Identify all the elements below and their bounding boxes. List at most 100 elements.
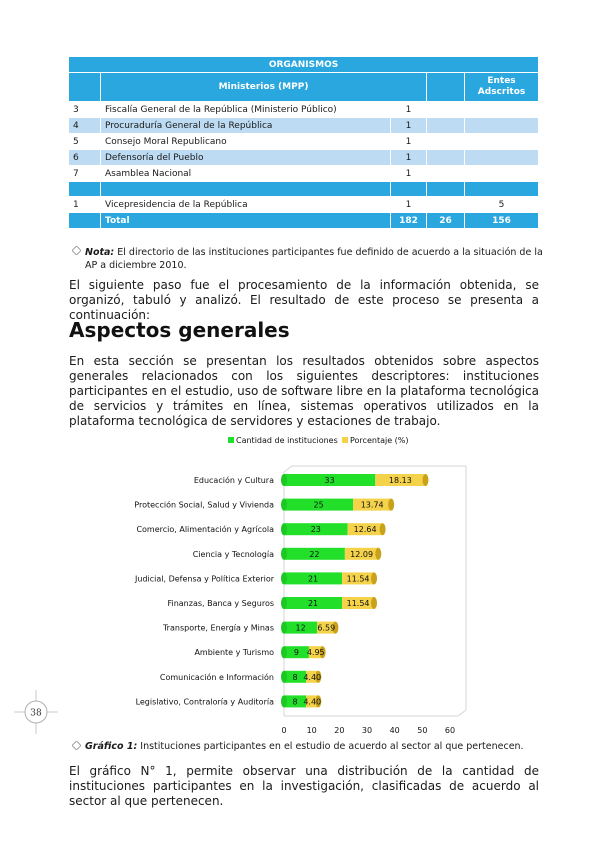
bar-cap-left <box>281 498 287 511</box>
category-label: Ambiente y Turismo <box>194 648 274 657</box>
value-label-porcentaje: 4.95 <box>307 648 325 657</box>
bar-cap-right <box>375 547 382 560</box>
row-name: Asamblea Nacional <box>100 165 391 182</box>
value-label-porcentaje: 4.40 <box>303 673 321 682</box>
row-entes-count <box>463 165 540 182</box>
note-label: Nota: <box>85 247 115 258</box>
row-empty <box>426 133 465 150</box>
x-tick-label: 20 <box>334 726 344 735</box>
total-value: 26 <box>426 212 465 229</box>
page-number-ornament: 38 <box>14 690 58 734</box>
category-label: Legislativo, Contraloría y Auditoría <box>136 697 275 706</box>
value-label-cantidad: 33 <box>325 476 335 485</box>
table-row: 7 Asamblea Nacional 1 <box>68 165 540 182</box>
total-value: 182 <box>390 212 427 229</box>
institutions-chart: Cantidad de instituciones Porcentaje (%) … <box>134 436 467 735</box>
table-row: 4 Procuraduría General de la República 1 <box>68 117 540 134</box>
value-label-porcentaje: 11.54 <box>347 599 370 608</box>
legend-label: Porcentaje (%) <box>350 436 409 445</box>
value-label-cantidad: 23 <box>311 525 321 534</box>
table-header-organismos: ORGANISMOS <box>67 56 540 73</box>
value-label-cantidad: 8 <box>293 673 298 682</box>
category-label: Protección Social, Salud y Vivienda <box>134 500 274 510</box>
row-name: Consejo Moral Republicano <box>100 133 391 150</box>
category-label: Finanzas, Banca y Seguros <box>167 599 274 608</box>
row-empty <box>426 196 465 213</box>
row-number: 3 <box>68 101 101 118</box>
value-label-porcentaje: 13.74 <box>361 501 384 510</box>
category-labels: Educación y Cultura Protección Social, Sa… <box>134 475 275 706</box>
bar-cap-right <box>371 597 378 609</box>
legend-swatch <box>228 437 234 443</box>
row-entes-count <box>463 133 540 150</box>
table-header-entes: Entes Adscritos <box>463 72 540 102</box>
page-number: 38 <box>30 709 42 719</box>
organisms-table: ORGANISMOS Ministerios (MPP) Entes Adscr… <box>67 56 540 229</box>
value-label-porcentaje: 12.09 <box>350 550 373 559</box>
row-number: 1 <box>68 196 101 213</box>
value-label-porcentaje: 12.64 <box>354 525 377 534</box>
row-number: 6 <box>68 149 101 166</box>
table-spacer-row <box>68 181 540 197</box>
bar-cap-left <box>281 547 287 560</box>
bar-cap-right <box>388 498 395 511</box>
row-empty <box>426 101 465 118</box>
row-empty <box>426 165 465 182</box>
paragraph-processing: El siguiente paso fue el procesamiento d… <box>69 278 539 322</box>
row-number: 7 <box>68 165 101 182</box>
x-tick-label: 40 <box>390 726 400 735</box>
bar-cap-left <box>281 597 287 609</box>
table-header-ministerios: Ministerios (MPP) <box>100 72 427 102</box>
section-heading: Aspectos generales <box>69 318 290 342</box>
table-header-row: ORGANISMOS <box>67 56 540 73</box>
row-empty <box>426 117 465 134</box>
note-text: El directorio de las instituciones parti… <box>85 247 543 271</box>
value-label-porcentaje: 4.40 <box>303 697 321 706</box>
paragraph-aspectos: En esta sección se presentan los resulta… <box>69 354 539 428</box>
bar-cap-left <box>281 646 287 659</box>
category-label: Judicial, Defensa y Política Exterior <box>134 574 275 583</box>
bar-cap-left <box>281 572 287 585</box>
row-ministerios-count: 1 <box>390 149 427 166</box>
table-total-row: Total 182 26 156 <box>68 212 540 229</box>
category-label: Comercio, Alimentación y Agrícola <box>136 524 274 534</box>
row-name: Fiscalía General de la República (Minist… <box>100 101 391 118</box>
value-label-porcentaje: 11.54 <box>347 574 370 583</box>
bar-cap-left <box>281 670 287 683</box>
value-label-cantidad: 8 <box>293 697 298 706</box>
total-value: 156 <box>463 212 540 229</box>
row-ministerios-count: 1 <box>390 101 427 118</box>
row-name: Procuraduría General de la República <box>100 117 391 134</box>
row-name: Vicepresidencia de la República <box>100 196 391 213</box>
bar-cap-left <box>281 695 287 708</box>
table-subheader-row: Ministerios (MPP) Entes Adscritos <box>68 72 540 102</box>
caption-label: Gráfico 1: <box>85 741 138 752</box>
row-entes-count: 5 <box>463 196 540 213</box>
row-ministerios-count: 1 <box>390 196 427 213</box>
category-label: Comunicación e Información <box>160 672 274 682</box>
value-label-porcentaje: 18.13 <box>389 476 412 485</box>
legend-swatch <box>342 437 348 443</box>
bar-cap-left <box>281 621 287 634</box>
diamond-bullet-icon <box>72 246 81 255</box>
diamond-bullet-icon <box>72 741 81 750</box>
row-empty <box>426 149 465 166</box>
row-ministerios-count: 1 <box>390 165 427 182</box>
table-row: 3 Fiscalía General de la República (Minis… <box>68 101 540 118</box>
row-ministerios-count: 1 <box>390 117 427 134</box>
bar-group: 33 18.13 25 13.74 23 12.64 22 12.09 21 11.54 21 11.… <box>281 474 429 708</box>
chart-caption: Gráfico 1: Instituciones participantes e… <box>85 741 524 752</box>
value-label-porcentaje: 6.59 <box>317 624 335 633</box>
category-label: Ciencia y Tecnología <box>193 550 274 559</box>
total-label: Total <box>100 212 391 229</box>
bar-cap-right <box>379 523 386 536</box>
row-number: 4 <box>68 117 101 134</box>
chart-legend: Cantidad de instituciones Porcentaje (%) <box>228 436 409 445</box>
legend-label: Cantidad de instituciones <box>236 436 338 445</box>
x-axis-ticks: 0 10 20 30 40 50 60 <box>281 726 455 735</box>
value-label-cantidad: 21 <box>308 599 318 608</box>
caption-text: Instituciones participantes en el estudi… <box>137 741 524 752</box>
value-label-cantidad: 12 <box>296 624 306 633</box>
value-label-cantidad: 21 <box>308 574 318 583</box>
x-tick-label: 30 <box>362 726 372 735</box>
